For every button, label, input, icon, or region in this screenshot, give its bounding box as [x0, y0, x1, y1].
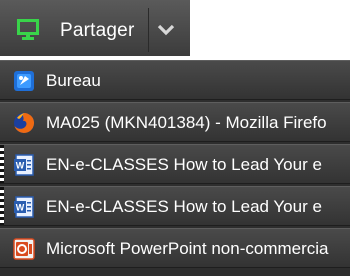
word-document-icon: W	[14, 196, 34, 218]
powerpoint-icon	[13, 238, 35, 260]
window-item-label: Bureau	[46, 71, 101, 90]
share-dropdown-button[interactable]	[149, 0, 190, 56]
window-item-label: Microsoft PowerPoint non-commercia	[46, 239, 329, 258]
share-toolbar: Partager	[0, 0, 190, 56]
share-label: Partager	[60, 20, 135, 41]
window-item-label: EN-e-CLASSES How to Lead Your e	[46, 155, 322, 174]
window-item-bureau[interactable]: Bureau	[0, 60, 350, 100]
window-item-label: EN-e-CLASSES How to Lead Your e	[46, 197, 322, 216]
monitor-icon	[17, 19, 39, 40]
share-button[interactable]: Partager	[0, 0, 148, 56]
chevron-down-icon	[157, 24, 175, 36]
edge-marker	[0, 145, 4, 183]
firefox-icon	[14, 112, 35, 133]
window-list: Bureau MA025 (MKN401384) - Mozilla Firef…	[0, 60, 350, 276]
window-item-word-1[interactable]: W EN-e-CLASSES How to Lead Your e	[0, 144, 350, 184]
word-document-icon: W	[14, 154, 34, 176]
window-item-firefox[interactable]: MA025 (MKN401384) - Mozilla Firefo	[0, 102, 350, 142]
svg-text:W: W	[16, 203, 25, 213]
window-item-label: MA025 (MKN401384) - Mozilla Firefo	[46, 113, 327, 132]
window-item-powerpoint[interactable]: Microsoft PowerPoint non-commercia	[0, 228, 350, 268]
window-item-word-2[interactable]: W EN-e-CLASSES How to Lead Your e	[0, 186, 350, 226]
edge-marker	[0, 187, 4, 225]
svg-text:W: W	[16, 161, 25, 171]
desktop-icon	[14, 71, 34, 91]
